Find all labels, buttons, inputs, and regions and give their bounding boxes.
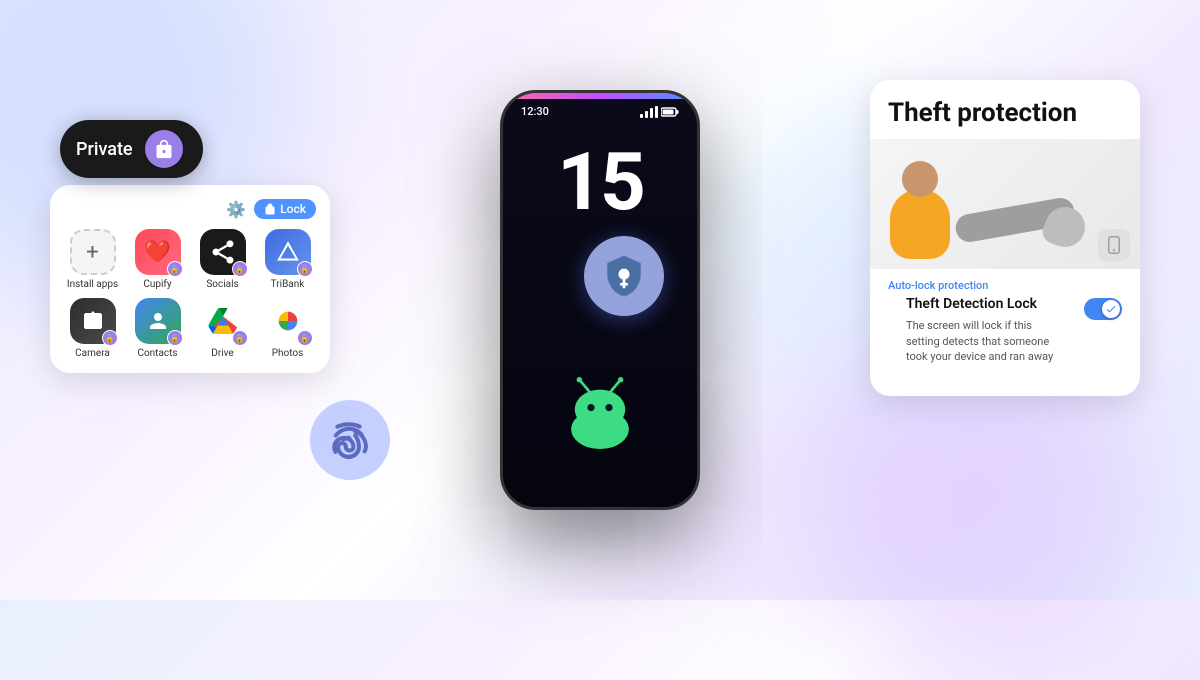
drive-icon-svg bbox=[208, 308, 238, 334]
theft-illustration-container bbox=[870, 139, 1140, 269]
contacts-lock-badge: 🔒 bbox=[167, 330, 183, 346]
theft-auto-lock-label: Auto-lock protection bbox=[870, 269, 1140, 296]
app-grid-header: ⚙️ Lock bbox=[64, 199, 316, 219]
theft-card-text-block: Theft Detection Lock The screen will loc… bbox=[888, 296, 1074, 380]
fingerprint-bubble bbox=[310, 400, 390, 480]
socials-lock-badge: 🔒 bbox=[232, 261, 248, 277]
toggle-check-icon bbox=[1105, 303, 1117, 315]
list-item[interactable]: 🔒 TriBank bbox=[259, 229, 316, 290]
theft-card-title: Theft protection bbox=[870, 80, 1140, 139]
photos-label: Photos bbox=[272, 348, 304, 359]
lock-icon-svg bbox=[154, 139, 174, 159]
settings-icon[interactable]: ⚙️ bbox=[226, 200, 246, 219]
theft-person-head bbox=[902, 161, 938, 197]
photos-icon: 🔒 bbox=[265, 298, 311, 344]
app-grid-panel: ⚙️ Lock + Install apps ❤️ 🔒 Cupify bbox=[50, 185, 330, 373]
list-item[interactable]: 🔒 Camera bbox=[64, 298, 121, 359]
list-item[interactable]: 🔒 Drive bbox=[194, 298, 251, 359]
list-item[interactable]: ❤️ 🔒 Cupify bbox=[129, 229, 186, 290]
signal-icon bbox=[640, 106, 658, 118]
tribank-icon-svg bbox=[275, 239, 301, 265]
phone-display-number: 15 bbox=[557, 142, 643, 222]
tribank-icon: 🔒 bbox=[265, 229, 311, 275]
camera-lock-badge: 🔒 bbox=[102, 330, 118, 346]
lock-badge-icon bbox=[264, 203, 276, 215]
contacts-icon-svg bbox=[146, 309, 170, 333]
theft-person-body bbox=[890, 189, 950, 259]
drive-icon: 🔒 bbox=[200, 298, 246, 344]
fingerprint-icon bbox=[330, 420, 370, 460]
cupify-label: Cupify bbox=[143, 279, 171, 290]
theft-protection-card: Theft protection Auto-lock protection bbox=[870, 80, 1140, 396]
android-mascot-svg bbox=[555, 377, 645, 449]
list-item[interactable]: 🔒 Socials bbox=[194, 229, 251, 290]
photos-icon-svg bbox=[274, 307, 302, 335]
cupify-lock-badge: 🔒 bbox=[167, 261, 183, 277]
phone-icon-svg bbox=[1105, 236, 1123, 254]
contacts-label: Contacts bbox=[137, 348, 177, 359]
lock-badge[interactable]: Lock bbox=[254, 199, 316, 219]
drive-label: Drive bbox=[211, 348, 233, 359]
android-mascot bbox=[555, 377, 645, 447]
theft-detection-lock-title: Theft Detection Lock bbox=[888, 296, 1074, 318]
shield-key-icon bbox=[602, 254, 646, 298]
lock-badge-label: Lock bbox=[280, 202, 306, 216]
list-item[interactable]: 🔒 Contacts bbox=[129, 298, 186, 359]
camera-icon: 🔒 bbox=[70, 298, 116, 344]
tribank-label: TriBank bbox=[271, 279, 305, 290]
camera-icon-svg bbox=[81, 309, 105, 333]
theft-card-illustration bbox=[870, 139, 1140, 269]
install-apps-icon: + bbox=[70, 229, 116, 275]
shield-badge bbox=[584, 236, 664, 316]
list-item[interactable]: 🔒 Photos bbox=[259, 298, 316, 359]
private-label: Private bbox=[76, 139, 133, 160]
install-apps-label: Install apps bbox=[67, 279, 118, 290]
phone-time: 12:30 bbox=[521, 105, 549, 118]
socials-icon-svg bbox=[209, 238, 237, 266]
list-item[interactable]: + Install apps bbox=[64, 229, 121, 290]
app-grid: + Install apps ❤️ 🔒 Cupify 🔒 Socials bbox=[64, 229, 316, 359]
theft-card-bottom: Theft Detection Lock The screen will loc… bbox=[870, 296, 1140, 396]
phone-status-bar: 12:30 bbox=[503, 93, 697, 122]
battery-icon bbox=[661, 107, 679, 117]
theft-detection-lock-description: The screen will lock if this setting det… bbox=[888, 318, 1074, 380]
theft-phone-icon bbox=[1098, 229, 1130, 261]
tribank-lock-badge: 🔒 bbox=[297, 261, 313, 277]
socials-icon: 🔒 bbox=[200, 229, 246, 275]
camera-label: Camera bbox=[75, 348, 110, 359]
drive-lock-badge: 🔒 bbox=[232, 330, 248, 346]
photos-lock-badge: 🔒 bbox=[297, 330, 313, 346]
cupify-icon: ❤️ 🔒 bbox=[135, 229, 181, 275]
phone-signal bbox=[640, 106, 679, 118]
private-space-pill[interactable]: Private bbox=[60, 120, 203, 178]
private-lock-icon bbox=[145, 130, 183, 168]
theft-detection-toggle[interactable] bbox=[1084, 298, 1122, 320]
socials-label: Socials bbox=[206, 279, 238, 290]
contacts-icon: 🔒 bbox=[135, 298, 181, 344]
